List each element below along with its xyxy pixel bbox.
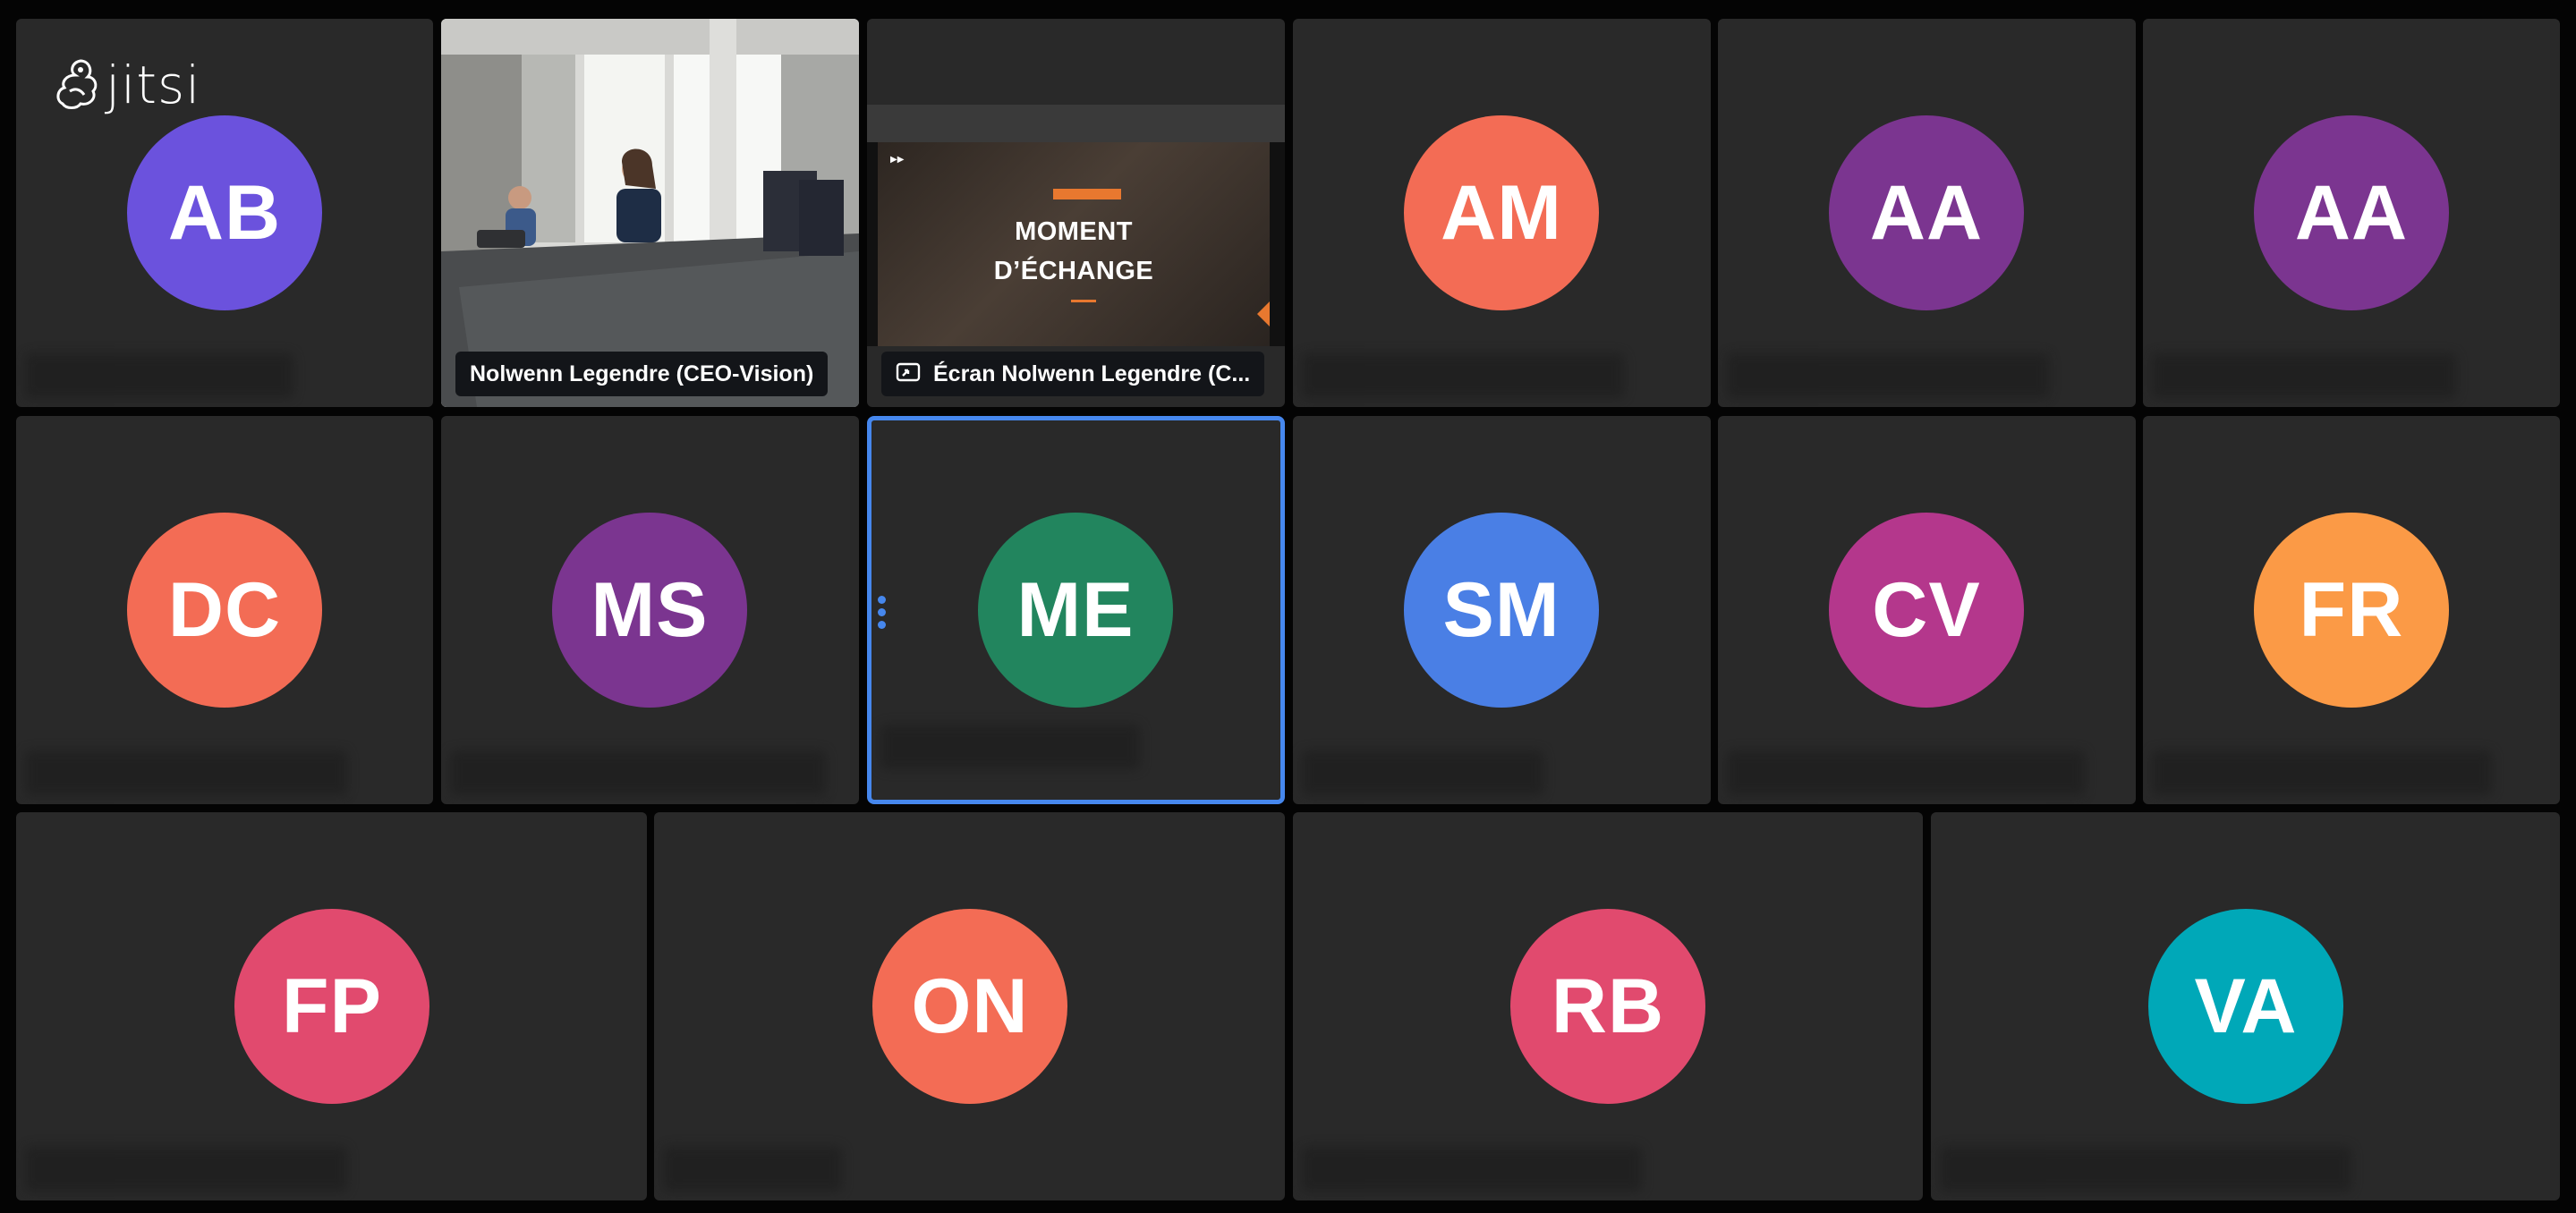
participant-avatar: VA bbox=[2148, 909, 2343, 1104]
participant-name-placeholder bbox=[1302, 353, 1624, 398]
meeting-stage: jitsi AB Nolwenn Legendre (CEO-Vision) ▶… bbox=[0, 0, 2576, 1213]
participant-tile[interactable]: AA bbox=[2143, 19, 2560, 407]
shared-browser-toolbar bbox=[867, 105, 1285, 142]
shared-slide: ▶▶ MOMENT D’ÉCHANGE bbox=[878, 142, 1270, 346]
slide-title: MOMENT D’ÉCHANGE bbox=[878, 212, 1270, 291]
participant-name-placeholder bbox=[1940, 1147, 2351, 1192]
participant-tile[interactable]: DC bbox=[16, 416, 433, 804]
participant-tile[interactable]: AM bbox=[1293, 19, 1711, 407]
participant-tile[interactable]: AA bbox=[1718, 19, 2136, 407]
participant-tile-camera[interactable]: Nolwenn Legendre (CEO-Vision) bbox=[441, 19, 859, 407]
participant-avatar: AA bbox=[2254, 115, 2449, 310]
participant-avatar: FP bbox=[234, 909, 429, 1104]
participant-name-placeholder bbox=[663, 1147, 842, 1192]
participant-name-placeholder bbox=[2152, 353, 2456, 398]
participant-name-placeholder bbox=[25, 1147, 347, 1192]
participant-tile[interactable]: VA bbox=[1931, 812, 2560, 1200]
participant-avatar: ON bbox=[872, 909, 1067, 1104]
participant-name-placeholder bbox=[25, 751, 347, 795]
participant-tile[interactable]: CV bbox=[1718, 416, 2136, 804]
participant-tile[interactable]: RB bbox=[1293, 812, 1923, 1200]
participant-tile[interactable]: ON bbox=[654, 812, 1285, 1200]
jitsi-logo: jitsi bbox=[54, 55, 200, 115]
screenshare-name-label: Écran Nolwenn Legendre (C... bbox=[933, 361, 1251, 386]
participant-tile[interactable]: FR bbox=[2143, 416, 2560, 804]
participant-avatar: AM bbox=[1404, 115, 1599, 310]
jitsi-logo-text: jitsi bbox=[106, 55, 201, 115]
slide-logo: ▶▶ bbox=[890, 155, 905, 165]
screenshare-name-badge: Écran Nolwenn Legendre (C... bbox=[881, 352, 1265, 396]
participant-name-placeholder bbox=[1302, 1147, 1642, 1192]
participant-avatar: AB bbox=[127, 115, 322, 310]
participant-avatar: AA bbox=[1829, 115, 2024, 310]
participant-tile[interactable]: MS bbox=[441, 416, 859, 804]
participant-name-placeholder bbox=[1302, 751, 1543, 795]
participant-avatar: DC bbox=[127, 513, 322, 708]
participant-tile[interactable]: SM bbox=[1293, 416, 1711, 804]
participant-avatar: CV bbox=[1829, 513, 2024, 708]
participant-name-placeholder bbox=[25, 353, 293, 398]
slide-arrow-accent bbox=[1257, 301, 1270, 327]
participant-avatar: MS bbox=[552, 513, 747, 708]
participant-name-badge: Nolwenn Legendre (CEO-Vision) bbox=[455, 352, 829, 396]
participant-tile[interactable]: FP bbox=[16, 812, 647, 1200]
participant-avatar: SM bbox=[1404, 513, 1599, 708]
slide-title-line-1: MOMENT bbox=[1015, 217, 1133, 246]
slide-title-line-2: D’ÉCHANGE bbox=[993, 257, 1154, 285]
tile-menu-handle[interactable] bbox=[878, 596, 887, 633]
participant-avatar: ME bbox=[978, 513, 1173, 708]
participant-name-placeholder bbox=[1727, 751, 2085, 795]
participant-name-placeholder bbox=[880, 725, 1140, 769]
slide-divider bbox=[1071, 300, 1096, 302]
jitsi-logo-icon bbox=[56, 59, 98, 109]
participant-name-placeholder bbox=[450, 751, 826, 795]
camera-video-feed bbox=[441, 19, 859, 407]
slide-accent-bar bbox=[1053, 189, 1121, 199]
participant-name-placeholder bbox=[1727, 353, 2049, 398]
participant-name-placeholder bbox=[2152, 751, 2492, 795]
screen-share-icon bbox=[896, 363, 921, 382]
participant-tile-screenshare[interactable]: ▶▶ MOMENT D’ÉCHANGE Écran Nolwenn Legend… bbox=[867, 19, 1285, 407]
participant-avatar: RB bbox=[1510, 909, 1705, 1104]
participant-avatar: FR bbox=[2254, 513, 2449, 708]
participant-tile-active-speaker[interactable]: ME bbox=[867, 416, 1285, 804]
